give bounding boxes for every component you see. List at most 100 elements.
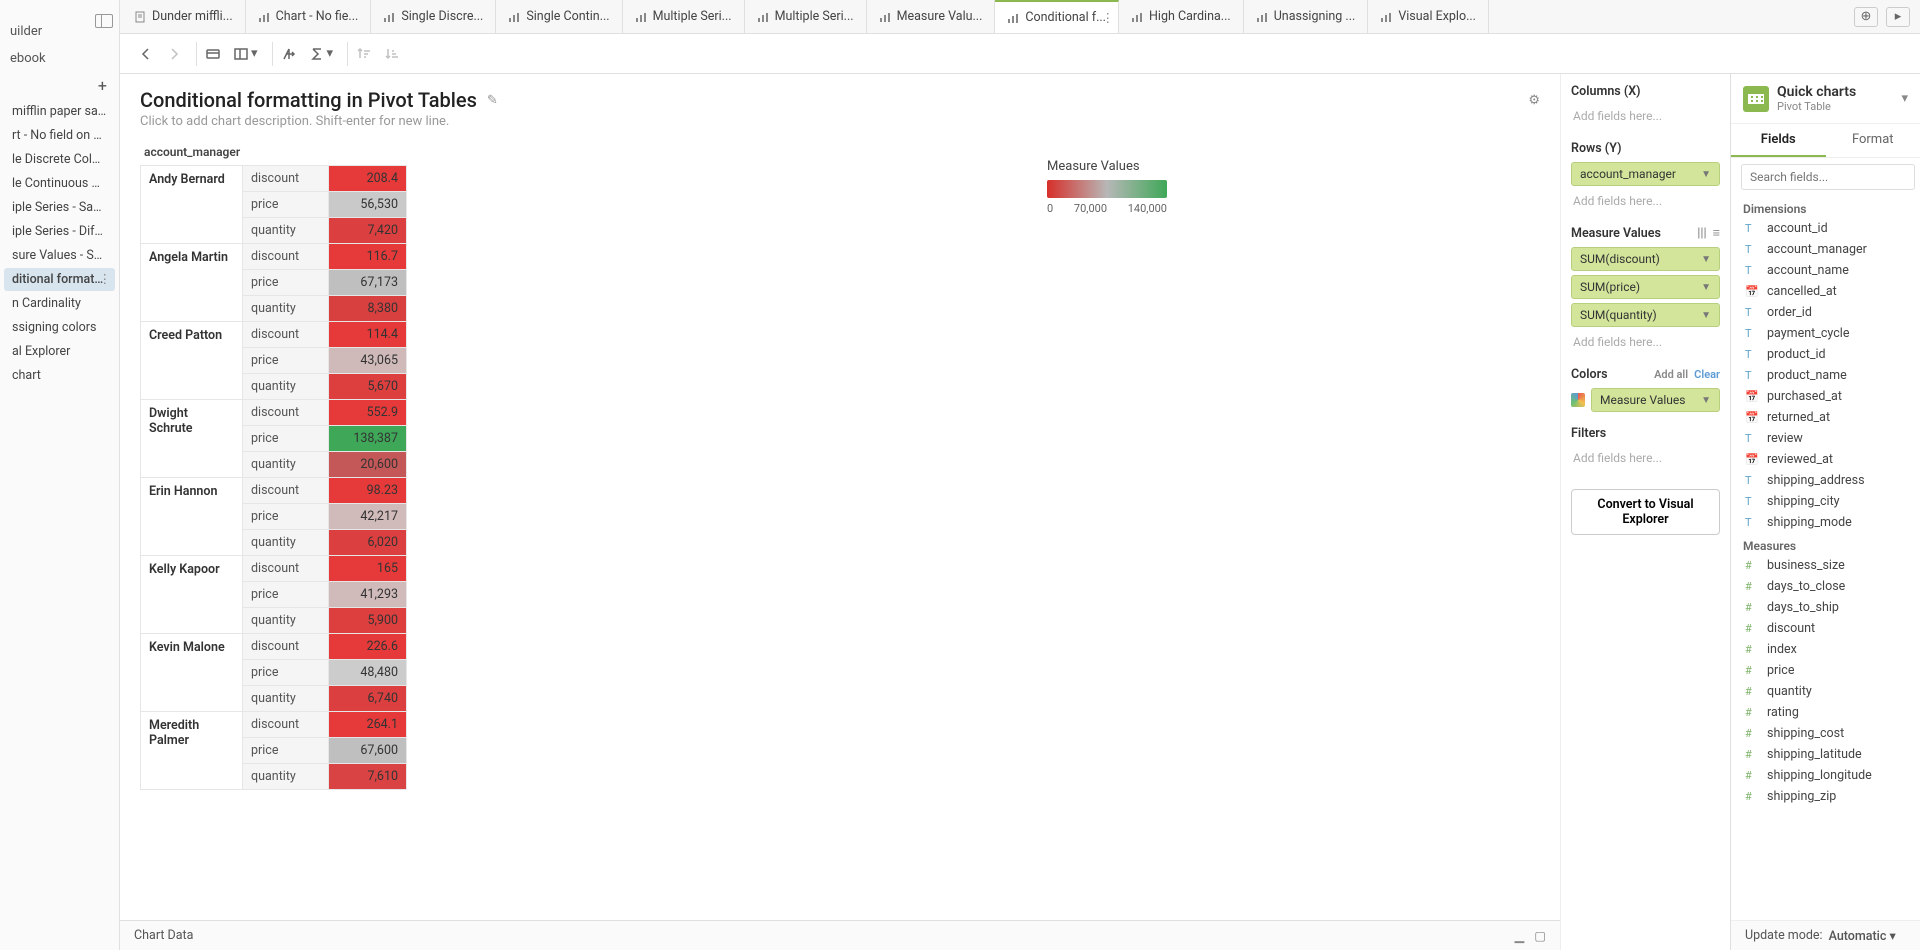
color-swatch-icon[interactable] — [1571, 393, 1585, 407]
description-placeholder[interactable]: Click to add chart description. Shift-en… — [120, 114, 1560, 139]
value-cell[interactable]: 7,420 — [329, 218, 407, 244]
value-cell[interactable]: 8,380 — [329, 296, 407, 322]
tree-item[interactable]: ditional formattin... — [4, 268, 115, 291]
tree-item[interactable]: le Continuous Color — [4, 172, 115, 195]
measure-field[interactable]: #days_to_ship — [1731, 597, 1920, 618]
metric-cell[interactable]: price — [243, 348, 329, 374]
measure-pill[interactable]: SUM(quantity)▼ — [1571, 303, 1720, 327]
add-item-button[interactable]: + — [92, 76, 113, 95]
metric-cell[interactable]: discount — [243, 400, 329, 426]
dimension-field[interactable]: Taccount_id — [1731, 218, 1920, 239]
dimension-field[interactable]: 📅returned_at — [1731, 407, 1920, 428]
metric-cell[interactable]: price — [243, 504, 329, 530]
dimension-field[interactable]: Tshipping_address — [1731, 470, 1920, 491]
value-cell[interactable]: 41,293 — [329, 582, 407, 608]
settings-icon[interactable]: ⚙ — [1528, 93, 1540, 108]
nav-notebook[interactable]: ebook — [0, 45, 119, 72]
dimension-field[interactable]: 📅reviewed_at — [1731, 449, 1920, 470]
bottom-chart-data[interactable]: Chart Data — [134, 928, 193, 943]
value-cell[interactable]: 5,670 — [329, 374, 407, 400]
value-cell[interactable]: 226.6 — [329, 634, 407, 660]
dimension-field[interactable]: Taccount_name — [1731, 260, 1920, 281]
legend-gradient[interactable] — [1047, 180, 1167, 198]
measure-pill[interactable]: SUM(discount)▼ — [1571, 247, 1720, 271]
chart-type-caret-icon[interactable]: ▾ — [1901, 91, 1908, 106]
metric-cell[interactable]: quantity — [243, 218, 329, 244]
metric-cell[interactable]: price — [243, 270, 329, 296]
value-cell[interactable]: 114.4 — [329, 322, 407, 348]
dimension-field[interactable]: Tshipping_city — [1731, 491, 1920, 512]
convert-to-ve-button[interactable]: Convert to Visual Explorer — [1571, 489, 1720, 535]
group-cell[interactable]: Angela Martin — [141, 244, 243, 322]
colors-pill[interactable]: Measure Values▼ — [1591, 388, 1720, 412]
group-cell[interactable]: Andy Bernard — [141, 166, 243, 244]
measure-field[interactable]: #discount — [1731, 618, 1920, 639]
value-cell[interactable]: 20,600 — [329, 452, 407, 478]
tab[interactable]: Unassigning ... — [1244, 0, 1369, 33]
tab[interactable]: Single Discre... — [371, 0, 496, 33]
dimension-field[interactable]: Tshipping_mode — [1731, 512, 1920, 533]
metric-cell[interactable]: quantity — [243, 686, 329, 712]
tree-item[interactable]: n Cardinality — [4, 292, 115, 315]
tree-item[interactable]: le Discrete Color -... — [4, 148, 115, 171]
value-cell[interactable]: 43,065 — [329, 348, 407, 374]
group-cell[interactable]: Erin Hannon — [141, 478, 243, 556]
tree-item[interactable]: rt - No field on Color — [4, 124, 115, 147]
forward-button[interactable] — [166, 46, 182, 62]
metric-cell[interactable]: discount — [243, 478, 329, 504]
back-button[interactable] — [138, 46, 154, 62]
value-cell[interactable]: 7,610 — [329, 764, 407, 790]
dimension-field[interactable]: Torder_id — [1731, 302, 1920, 323]
dimension-field[interactable]: 📅purchased_at — [1731, 386, 1920, 407]
dimension-field[interactable]: Tproduct_id — [1731, 344, 1920, 365]
metric-cell[interactable]: price — [243, 660, 329, 686]
group-cell[interactable]: Creed Patton — [141, 322, 243, 400]
value-cell[interactable]: 42,217 — [329, 504, 407, 530]
edit-title-icon[interactable]: ✎ — [487, 93, 498, 108]
tab[interactable]: Conditional f... — [995, 0, 1119, 33]
group-cell[interactable]: Kelly Kapoor — [141, 556, 243, 634]
sort-asc-button[interactable] — [356, 46, 372, 62]
dimension-field[interactable]: 📅cancelled_at — [1731, 281, 1920, 302]
tab[interactable]: Visual Explo... — [1368, 0, 1489, 33]
metric-cell[interactable]: price — [243, 192, 329, 218]
metric-cell[interactable]: quantity — [243, 608, 329, 634]
filters-dropzone[interactable]: Add fields here... — [1571, 447, 1720, 469]
tree-item[interactable]: mifflin paper sales — [4, 100, 115, 123]
measure-field[interactable]: #shipping_longitude — [1731, 765, 1920, 786]
colors-clear-link[interactable]: Clear — [1694, 368, 1720, 381]
value-cell[interactable]: 165 — [329, 556, 407, 582]
value-cell[interactable]: 6,740 — [329, 686, 407, 712]
maximize-icon[interactable]: ▢ — [1534, 928, 1546, 944]
metric-cell[interactable]: quantity — [243, 452, 329, 478]
metric-cell[interactable]: price — [243, 582, 329, 608]
metric-cell[interactable]: discount — [243, 244, 329, 270]
metric-cell[interactable]: quantity — [243, 374, 329, 400]
metric-cell[interactable]: discount — [243, 634, 329, 660]
tab-list-button[interactable]: ▸ — [1886, 7, 1910, 27]
metric-cell[interactable]: price — [243, 426, 329, 452]
measure-pill[interactable]: SUM(price)▼ — [1571, 275, 1720, 299]
tab[interactable]: Single Contin... — [496, 0, 622, 33]
minimize-icon[interactable]: ▁ — [1515, 928, 1525, 944]
value-cell[interactable]: 116.7 — [329, 244, 407, 270]
dimension-field[interactable]: Tproduct_name — [1731, 365, 1920, 386]
page-title[interactable]: Conditional formatting in Pivot Tables — [140, 88, 477, 112]
layout-button[interactable]: ▾ — [233, 46, 258, 62]
value-cell[interactable]: 264.1 — [329, 712, 407, 738]
measure-field[interactable]: #shipping_cost — [1731, 723, 1920, 744]
collapse-sidebar-icon[interactable] — [95, 14, 113, 28]
dimension-field[interactable]: Treview — [1731, 428, 1920, 449]
value-cell[interactable]: 56,530 — [329, 192, 407, 218]
tab[interactable]: Chart - No fie... — [246, 0, 372, 33]
group-cell[interactable]: Kevin Malone — [141, 634, 243, 712]
tree-item[interactable]: chart — [4, 364, 115, 387]
container-button[interactable] — [205, 46, 221, 62]
group-cell[interactable]: Dwight Schrute — [141, 400, 243, 478]
tab-format[interactable]: Format — [1826, 124, 1920, 157]
metric-cell[interactable]: discount — [243, 556, 329, 582]
measure-dropzone[interactable]: Add fields here... — [1571, 331, 1720, 353]
value-cell[interactable]: 6,020 — [329, 530, 407, 556]
metric-cell[interactable]: quantity — [243, 764, 329, 790]
measure-field[interactable]: #price — [1731, 660, 1920, 681]
